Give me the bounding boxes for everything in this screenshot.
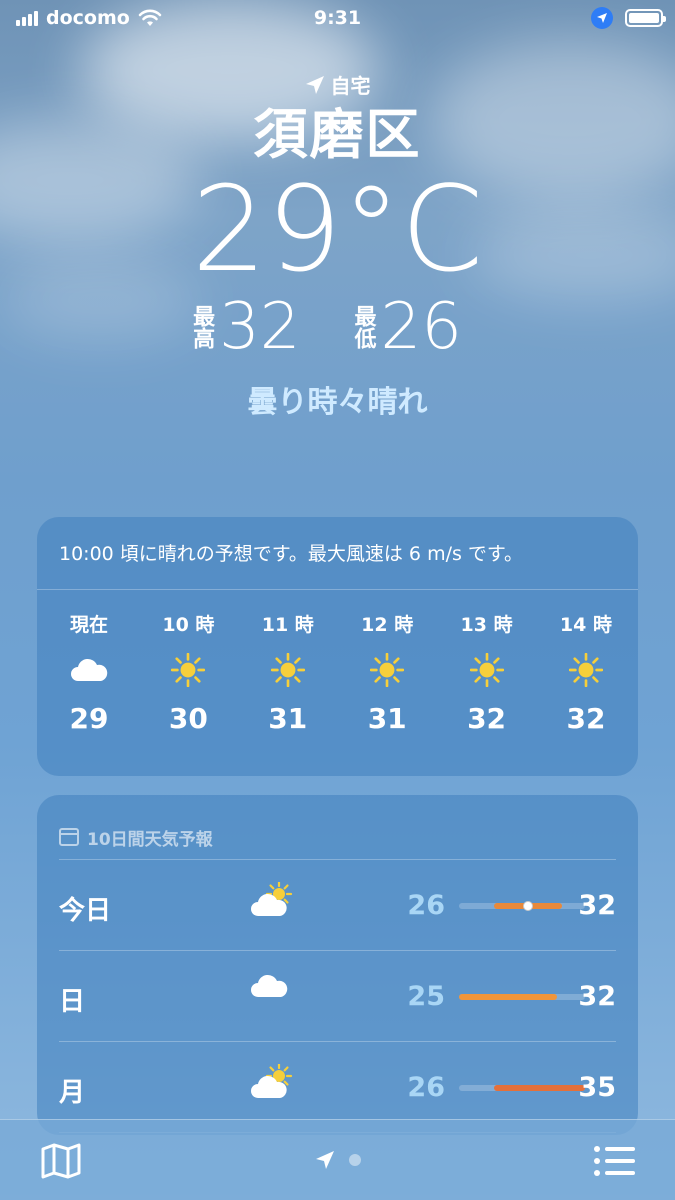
partly-cloudy-icon bbox=[249, 880, 295, 924]
low-temp: 26 bbox=[407, 890, 445, 921]
temp-range-bar bbox=[494, 1085, 585, 1091]
high-temp: 32 bbox=[578, 981, 616, 1012]
location-arrow-icon[interactable] bbox=[315, 1150, 335, 1170]
hour-item: 10 時 30 bbox=[146, 610, 230, 735]
hour-temp: 31 bbox=[268, 702, 308, 735]
condition-text: 曇り時々晴れ bbox=[247, 385, 428, 420]
home-location-label: 自宅 bbox=[0, 70, 675, 99]
battery-icon bbox=[625, 9, 666, 27]
location-arrow-icon bbox=[305, 75, 324, 94]
status-bar: docomo 9:31 bbox=[0, 0, 675, 38]
ten-day-forecast-card[interactable]: 10日間天気予報 今日 26 32 日 25 32 月 26 35 bbox=[37, 795, 638, 1135]
temp-range-track bbox=[459, 901, 585, 911]
current-temp-marker bbox=[523, 901, 534, 911]
hour-label: 11 時 bbox=[261, 614, 314, 636]
hour-label: 14 時 bbox=[559, 614, 612, 636]
day-label: 日 bbox=[59, 987, 86, 1017]
hour-label: 10 時 bbox=[162, 614, 215, 636]
daily-list: 今日 26 32 日 25 32 月 26 35 bbox=[37, 860, 638, 1133]
forecast-summary: 10:00 頃に晴れの予想です。最大風速は 6 m/s です。 bbox=[37, 517, 638, 590]
city-name: 須磨区 bbox=[253, 103, 422, 166]
sun-icon bbox=[146, 648, 230, 692]
sun-icon bbox=[246, 648, 330, 692]
hour-label: 現在 bbox=[69, 614, 108, 636]
high-temp-group: 最高 32 bbox=[189, 295, 324, 359]
tab-bar bbox=[0, 1119, 675, 1200]
temp-range-track bbox=[459, 1085, 585, 1091]
hour-temp: 31 bbox=[367, 702, 407, 735]
ten-day-header: 10日間天気予報 bbox=[59, 795, 616, 860]
list-icon[interactable] bbox=[593, 1144, 635, 1182]
hour-label: 13 時 bbox=[460, 614, 513, 636]
low-temp: 26 bbox=[380, 290, 462, 364]
daily-row[interactable]: 今日 26 32 bbox=[59, 860, 616, 951]
hour-label: 12 時 bbox=[361, 614, 414, 636]
hour-temp: 30 bbox=[168, 702, 208, 735]
sun-icon bbox=[544, 648, 628, 692]
hour-item: 現在 29 bbox=[47, 610, 131, 735]
low-temp: 25 bbox=[407, 981, 445, 1012]
cloud-icon bbox=[47, 648, 131, 692]
status-time: 9:31 bbox=[313, 7, 362, 29]
current-weather-header: 自宅 須磨区 29°C 最高 32 最低 26 曇り時々晴れ bbox=[0, 70, 675, 421]
high-low: 最高 32 最低 26 bbox=[0, 295, 675, 359]
hourly-list[interactable]: 現在 29 10 時 30 11 時 31 12 時 31 13 時 32 14… bbox=[37, 590, 638, 735]
low-temp-group: 最低 26 bbox=[351, 295, 486, 359]
hour-item: 14 時 32 bbox=[544, 610, 628, 735]
high-temp: 35 bbox=[578, 1072, 616, 1103]
hour-item: 11 時 31 bbox=[246, 610, 330, 735]
hour-item: 13 時 32 bbox=[445, 610, 529, 735]
high-temp: 32 bbox=[219, 290, 301, 364]
page-indicator[interactable] bbox=[0, 1150, 675, 1170]
hour-temp: 29 bbox=[69, 702, 109, 735]
hour-temp: 32 bbox=[566, 702, 606, 735]
partly-cloudy-icon bbox=[249, 1062, 295, 1106]
current-temperature: 29°C bbox=[191, 160, 484, 298]
ten-day-title: 10日間天気予報 bbox=[87, 829, 213, 850]
sun-icon bbox=[445, 648, 529, 692]
page-dot[interactable] bbox=[348, 1154, 361, 1166]
hour-temp: 32 bbox=[467, 702, 507, 735]
sun-icon bbox=[345, 648, 429, 692]
low-temp: 26 bbox=[407, 1072, 445, 1103]
day-label: 月 bbox=[59, 1078, 86, 1108]
high-temp: 32 bbox=[578, 890, 616, 921]
home-label-text: 自宅 bbox=[330, 74, 371, 98]
temp-range-track bbox=[459, 994, 585, 1000]
location-services-icon bbox=[591, 7, 613, 29]
calendar-icon bbox=[59, 828, 79, 846]
temp-range-bar bbox=[459, 994, 558, 1000]
high-label: 最高 bbox=[189, 305, 215, 349]
hour-item: 12 時 31 bbox=[345, 610, 429, 735]
cloud-icon bbox=[249, 973, 289, 1003]
hourly-forecast-card[interactable]: 10:00 頃に晴れの予想です。最大風速は 6 m/s です。 現在 29 10… bbox=[37, 517, 638, 776]
daily-row[interactable]: 日 25 32 bbox=[59, 951, 616, 1042]
day-label: 今日 bbox=[59, 896, 112, 926]
low-label: 最低 bbox=[350, 305, 376, 349]
